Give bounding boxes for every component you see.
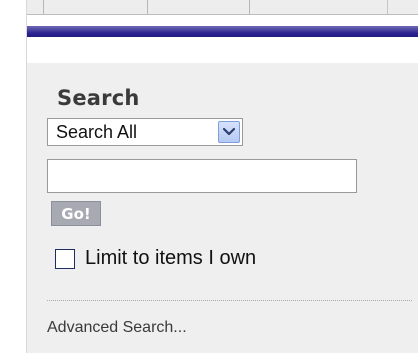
go-button[interactable]: Go! (51, 201, 101, 226)
dropdown-button[interactable] (218, 121, 240, 143)
tab-divider (387, 0, 388, 14)
search-scope-select[interactable]: Search All (47, 118, 243, 146)
limit-checkbox[interactable] (55, 249, 75, 269)
tab-divider (147, 0, 148, 14)
accent-bar (27, 26, 418, 37)
left-margin (0, 0, 10, 353)
tab-divider (43, 0, 44, 14)
tab-divider (249, 0, 250, 14)
search-input[interactable] (47, 159, 357, 193)
search-heading: Search (57, 86, 140, 110)
search-scope-selected: Search All (56, 122, 138, 142)
header-area (27, 0, 418, 63)
limit-checkbox-label[interactable]: Limit to items I own (85, 247, 256, 270)
divider (47, 300, 412, 301)
screen: Search Search All Go! Limit to items I o… (0, 0, 418, 353)
advanced-search-link[interactable]: Advanced Search... (47, 319, 187, 337)
chevron-down-icon (223, 127, 235, 136)
sidebar-panel: Search Search All Go! Limit to items I o… (26, 0, 418, 353)
tab-strip (27, 0, 418, 15)
